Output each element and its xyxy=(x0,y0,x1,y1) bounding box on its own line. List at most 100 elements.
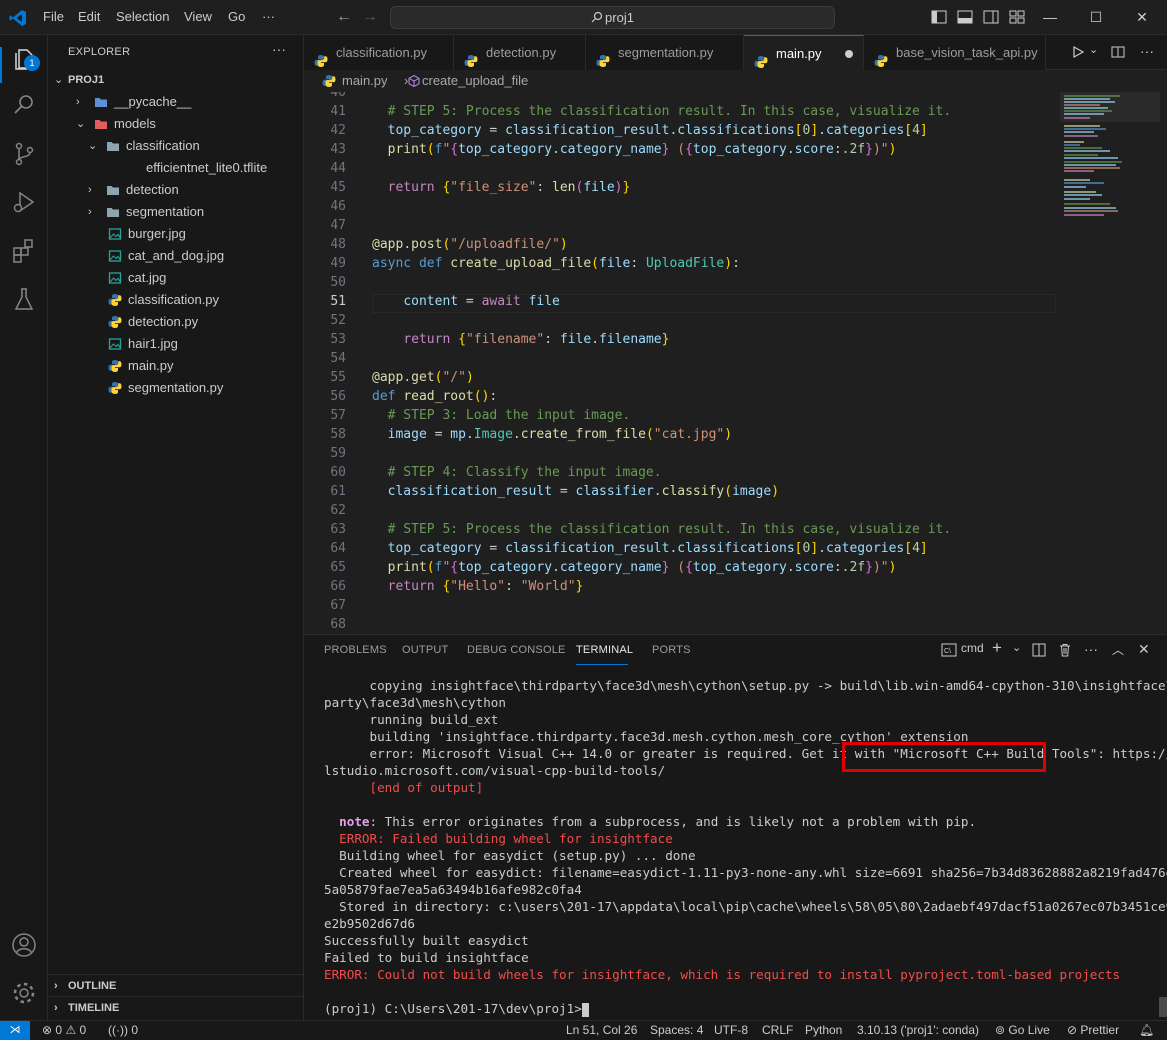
tree-item[interactable]: main.py xyxy=(48,355,303,377)
line-endings[interactable]: CRLF xyxy=(762,1021,793,1040)
code-line[interactable]: # STEP 5: Process the classification res… xyxy=(372,522,952,537)
terminal-dropdown-chevron-icon[interactable]: ⌄ xyxy=(1012,641,1021,654)
source-control-icon[interactable] xyxy=(10,140,38,168)
search-icon[interactable] xyxy=(10,91,38,119)
indentation[interactable]: Spaces: 4 xyxy=(650,1021,703,1040)
run-debug-icon[interactable] xyxy=(10,188,38,216)
code-line[interactable]: @app.get("/") xyxy=(372,370,474,385)
code-line[interactable]: # STEP 4: Classify the input image. xyxy=(372,465,662,480)
code-line[interactable]: image = mp.Image.create_from_file("cat.j… xyxy=(372,427,732,442)
maximize-panel-chevron-up-icon[interactable]: ︿ xyxy=(1112,641,1124,658)
tab-detection-py[interactable]: detection.py xyxy=(454,35,586,70)
code-line[interactable]: # STEP 5: Process the classification res… xyxy=(372,104,952,119)
tab-debug-console[interactable]: DEBUG CONSOLE xyxy=(467,644,566,656)
menu-view[interactable]: View xyxy=(184,9,212,24)
run-python-file-icon[interactable] xyxy=(1071,45,1085,59)
run-dropdown-chevron-icon[interactable]: ⌄ xyxy=(1089,43,1098,56)
close-panel-icon[interactable]: ✕ xyxy=(1138,641,1150,658)
panel-more-actions-icon[interactable]: ··· xyxy=(1084,641,1098,657)
tab-base-vision-task-api-py[interactable]: base_vision_task_api.py xyxy=(864,35,1046,70)
problems-status[interactable]: ⊗ 0 ⚠ 0 xyxy=(42,1021,86,1040)
code-line[interactable]: print(f"{top_category.category_name} ({t… xyxy=(372,142,897,157)
code-line[interactable]: top_category = classification_result.cla… xyxy=(372,123,928,138)
code-line[interactable]: return {"filename": file.filename} xyxy=(372,332,669,347)
breadcrumb-file[interactable]: main.py xyxy=(342,70,388,92)
project-root[interactable]: ⌄ PROJ1 xyxy=(48,69,303,91)
code-line[interactable]: top_category = classification_result.cla… xyxy=(372,541,928,556)
new-terminal-plus-icon[interactable]: + xyxy=(992,638,1002,658)
editor-more-actions-icon[interactable]: ··· xyxy=(1140,43,1154,59)
notifications-bell-icon[interactable]: 🔔︎ xyxy=(1139,1021,1154,1040)
remote-indicator[interactable]: ⋊ xyxy=(0,1021,30,1040)
tab-classification-py[interactable]: classification.py xyxy=(304,35,454,70)
tree-item[interactable]: burger.jpg xyxy=(48,223,303,245)
error-circle-icon: ⊗ xyxy=(42,1023,53,1037)
tree-item[interactable]: segmentation.py xyxy=(48,377,303,399)
code-line[interactable]: print(f"{top_category.category_name} ({t… xyxy=(372,560,897,575)
code-line[interactable]: classification_result = classifier.class… xyxy=(372,484,779,499)
tree-item[interactable]: hair1.jpg xyxy=(48,333,303,355)
prettier-status[interactable]: ⊘ Prettier xyxy=(1067,1021,1119,1040)
tree-item[interactable]: › segmentation xyxy=(48,201,303,223)
back-arrow-icon[interactable]: ← xyxy=(336,8,352,26)
tree-item[interactable]: ⌄ classification xyxy=(48,135,303,157)
tree-item[interactable]: ⌄ models xyxy=(48,113,303,135)
timeline-section[interactable]: › TIMELINE xyxy=(48,996,303,1018)
split-terminal-icon[interactable] xyxy=(1032,643,1046,657)
tab-ports[interactable]: PORTS xyxy=(652,644,691,656)
split-editor-icon[interactable] xyxy=(1111,45,1125,59)
extensions-icon[interactable] xyxy=(10,237,38,265)
ports-status[interactable]: ((·)) 0 xyxy=(108,1021,138,1040)
tab-main-py[interactable]: main.py xyxy=(744,35,864,70)
tree-item[interactable]: › __pycache__ xyxy=(48,91,303,113)
close-window-icon[interactable]: ✕ xyxy=(1131,6,1153,28)
terminal-shell-name[interactable]: cmd xyxy=(961,641,984,655)
code-line[interactable]: # STEP 3: Load the input image. xyxy=(372,408,631,423)
terminal-scrollbar[interactable] xyxy=(1159,997,1167,1017)
menu-selection[interactable]: Selection xyxy=(116,9,169,24)
code-line[interactable]: @app.post("/uploadfile/") xyxy=(372,237,568,252)
tree-item[interactable]: detection.py xyxy=(48,311,303,333)
toggle-panel-icon[interactable] xyxy=(954,6,976,28)
breadcrumb-symbol[interactable]: create_upload_file xyxy=(422,70,528,92)
tree-item[interactable]: cat_and_dog.jpg xyxy=(48,245,303,267)
command-center-search[interactable]: proj1 xyxy=(390,6,835,29)
tab-problems[interactable]: PROBLEMS xyxy=(324,644,387,656)
tab-output[interactable]: OUTPUT xyxy=(402,644,448,656)
cursor-position[interactable]: Ln 51, Col 26 xyxy=(566,1021,637,1040)
language-mode[interactable]: Python xyxy=(805,1021,842,1040)
unsaved-dot-icon[interactable] xyxy=(845,50,853,58)
customize-layout-icon[interactable] xyxy=(1006,6,1028,28)
tab-terminal[interactable]: TERMINAL xyxy=(576,644,633,656)
code-line[interactable]: async def create_upload_file(file: Uploa… xyxy=(372,256,740,271)
menu-file[interactable]: File xyxy=(43,9,64,24)
tree-item[interactable]: cat.jpg xyxy=(48,267,303,289)
code-line[interactable]: return {"Hello": "World"} xyxy=(372,579,584,594)
settings-gear-icon[interactable] xyxy=(10,979,38,1007)
toggle-sidebar-icon[interactable] xyxy=(928,6,950,28)
tree-item[interactable]: classification.py xyxy=(48,289,303,311)
minimap[interactable] xyxy=(1060,92,1160,237)
menu-more[interactable]: ··· xyxy=(262,9,275,24)
minimize-icon[interactable]: — xyxy=(1039,6,1061,28)
menu-go[interactable]: Go xyxy=(228,9,245,24)
python-interpreter[interactable]: 3.10.13 ('proj1': conda) xyxy=(857,1021,979,1040)
menu-edit[interactable]: Edit xyxy=(78,9,100,24)
kill-terminal-trash-icon[interactable] xyxy=(1058,643,1072,657)
tab-segmentation-py[interactable]: segmentation.py xyxy=(586,35,744,70)
tree-item[interactable]: efficientnet_lite0.tflite xyxy=(48,157,303,179)
toggle-secondary-sidebar-icon[interactable] xyxy=(980,6,1002,28)
outline-section[interactable]: › OUTLINE xyxy=(48,974,303,996)
maximize-icon[interactable]: ☐ xyxy=(1085,6,1107,28)
code-line[interactable]: return {"file_size": len(file)} xyxy=(372,180,631,195)
code-editor[interactable]: 40 41 # STEP 5: Process the classificatio… xyxy=(304,92,1167,634)
forward-arrow-icon[interactable]: → xyxy=(362,8,378,26)
account-icon[interactable] xyxy=(10,931,38,959)
testing-flask-icon[interactable] xyxy=(10,285,38,313)
code-line[interactable]: content = await file xyxy=(372,294,560,309)
go-live-button[interactable]: ⊚ Go Live xyxy=(995,1021,1050,1040)
explorer-more-button[interactable]: ··· xyxy=(272,41,286,57)
tree-item[interactable]: › detection xyxy=(48,179,303,201)
code-line[interactable]: def read_root(): xyxy=(372,389,497,404)
encoding[interactable]: UTF-8 xyxy=(714,1021,748,1040)
